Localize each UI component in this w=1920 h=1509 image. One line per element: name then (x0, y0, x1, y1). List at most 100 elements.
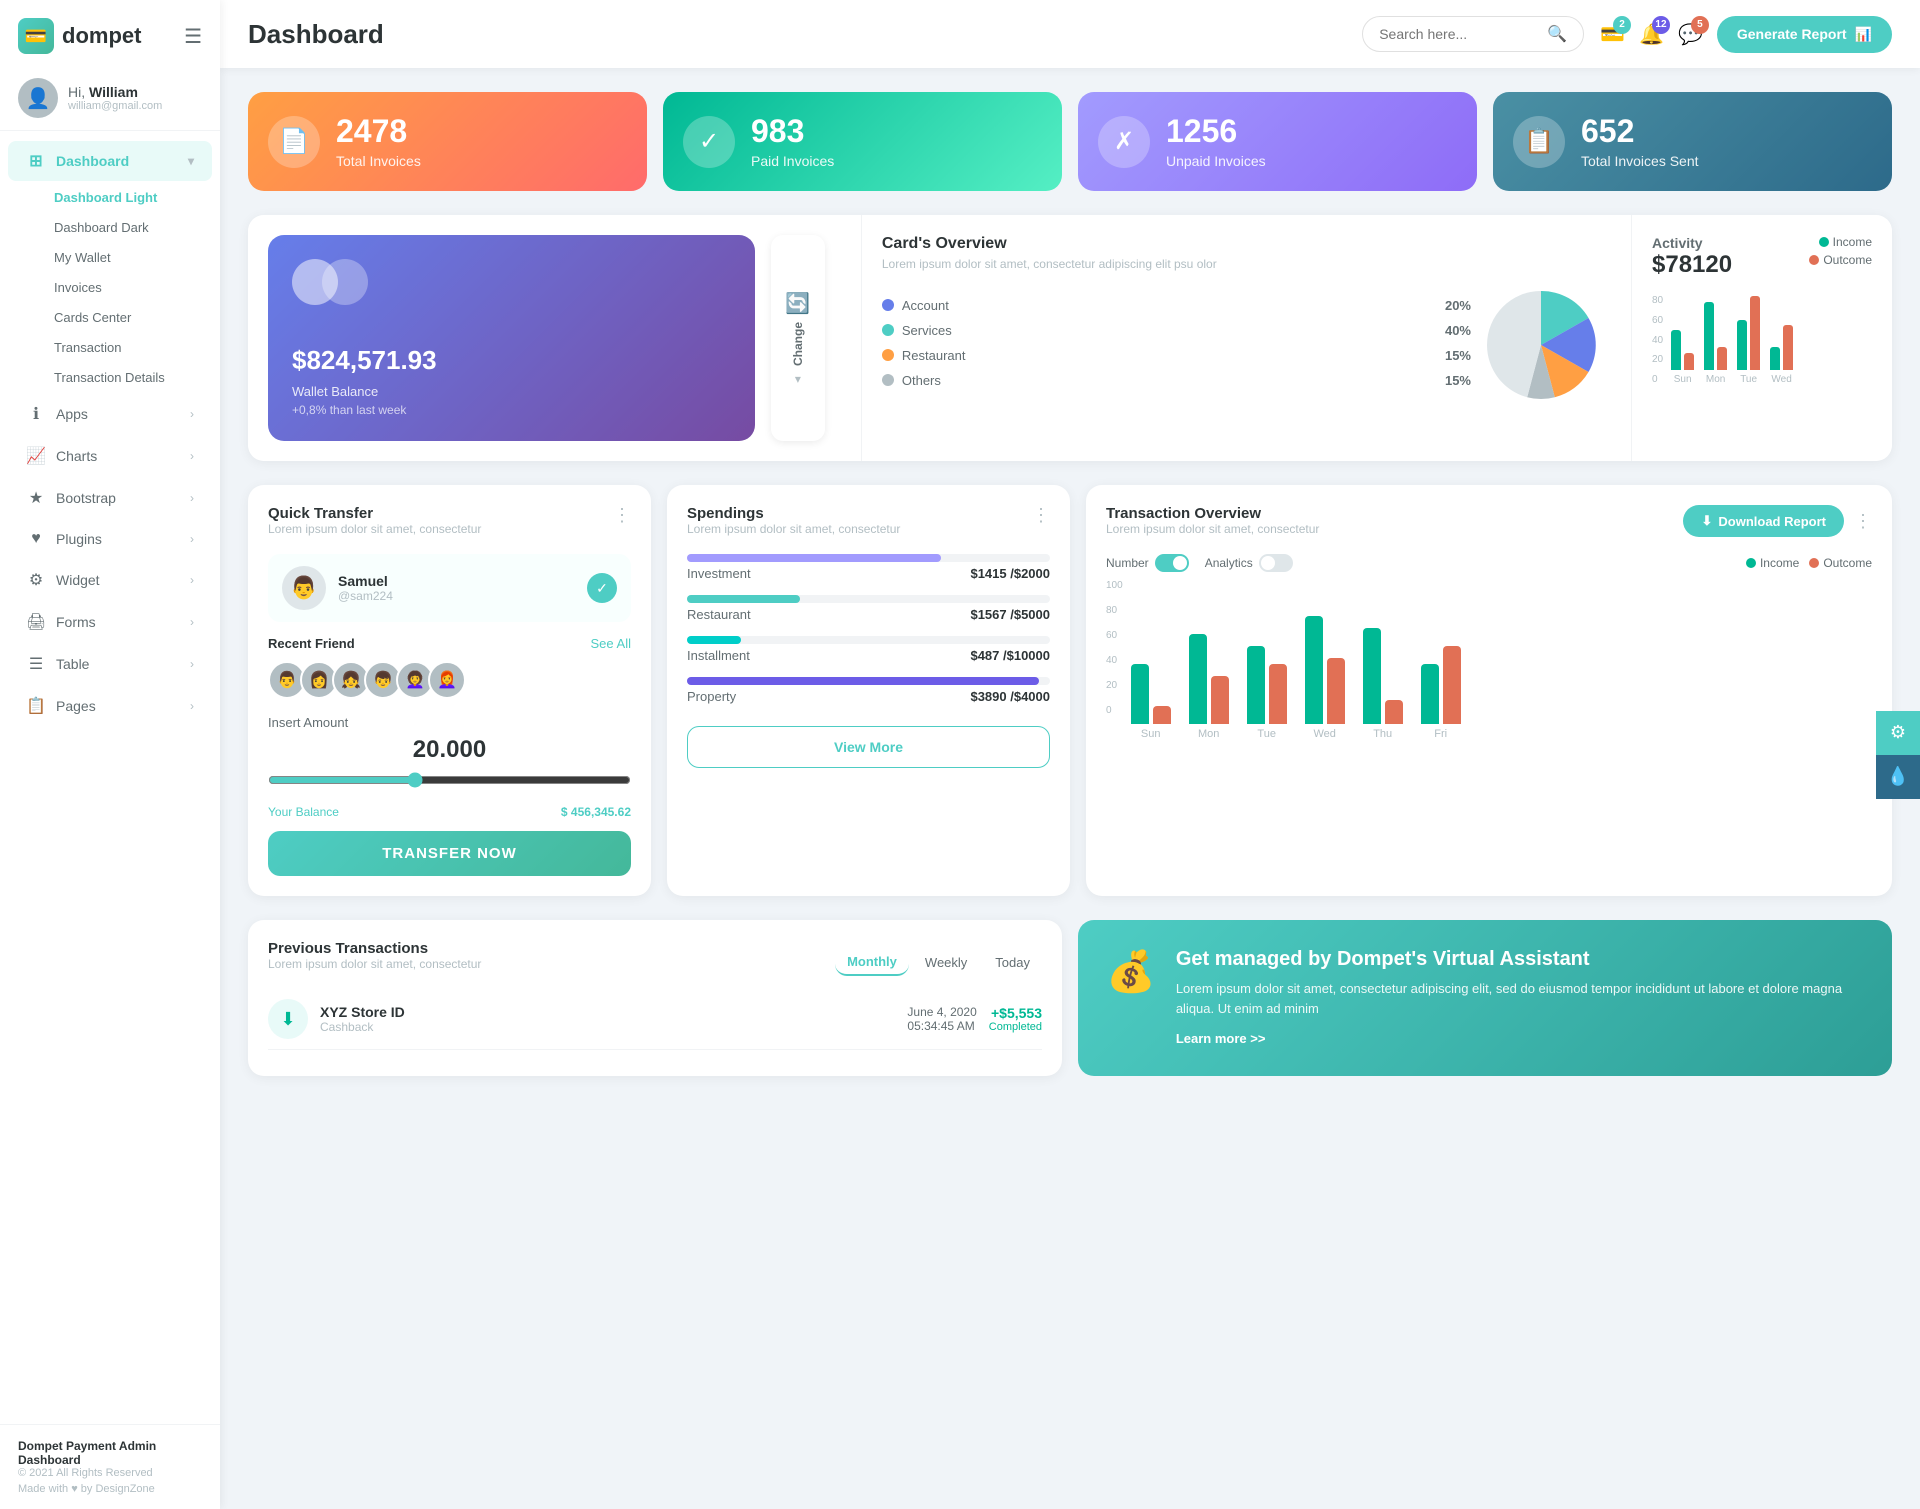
big-bar-label-fri: Fri (1434, 728, 1447, 740)
spending-label-investment: Investment (687, 566, 751, 581)
big-bar-label-tue: Tue (1257, 728, 1276, 740)
big-bar-income-tue (1247, 646, 1265, 724)
stat-info-total-invoices: 2478 Total Invoices (336, 114, 421, 169)
stat-label-paid-invoices: Paid Invoices (751, 153, 834, 169)
va-icon: 💰 (1106, 948, 1156, 995)
spending-bar-bg-restaurant (687, 595, 1050, 603)
bell-notification[interactable]: 🔔 12 (1639, 22, 1664, 47)
see-all-link[interactable]: See All (591, 636, 631, 651)
selected-user-avatar: 👨 (282, 566, 326, 610)
user-fullname: William (89, 84, 138, 100)
search-box[interactable]: 🔍 (1362, 16, 1584, 52)
quick-transfer-subtitle: Lorem ipsum dolor sit amet, consectetur (268, 522, 481, 536)
quick-transfer-menu[interactable]: ⋮ (613, 505, 631, 526)
change-button[interactable]: 🔄 Change ▾ (771, 235, 825, 441)
toggle-number-label: Number (1106, 556, 1149, 570)
big-bar-outcome-sun (1153, 706, 1171, 724)
friends-header: Recent Friend See All (268, 636, 631, 651)
balance-label: Your Balance (268, 805, 339, 819)
download-report-button[interactable]: ⬇ Download Report (1683, 505, 1844, 537)
sidebar-sub-my-wallet[interactable]: My Wallet (8, 243, 212, 272)
chat-notification[interactable]: 💬 5 (1678, 22, 1703, 47)
sidebar-item-bootstrap[interactable]: ★ Bootstrap › (8, 478, 212, 518)
spending-values-investment: $1415 /$2000 (970, 566, 1050, 581)
big-bar-pair-sun (1131, 664, 1171, 724)
spending-bar-bg-installment (687, 636, 1050, 644)
wallet-notification[interactable]: 💳 2 (1600, 22, 1625, 47)
sidebar-sub-invoices[interactable]: Invoices (8, 273, 212, 302)
overview-pie-row: Account 20% Services 40% (882, 285, 1611, 410)
y-label-60: 60 (1652, 315, 1663, 326)
tx-amount: +$5,553 (989, 1005, 1042, 1021)
sidebar-sub-dashboard-light[interactable]: Dashboard Light (8, 183, 212, 212)
bar-label-wed: Wed (1771, 374, 1791, 385)
legend-label-outcome: Outcome (1823, 253, 1872, 267)
bar-outcome-sun (1684, 353, 1694, 370)
activity-card: Activity $78120 Income Outcome (1632, 215, 1892, 461)
sidebar-sub-dashboard-dark[interactable]: Dashboard Dark (8, 213, 212, 242)
legend-income: Income (1819, 235, 1872, 249)
widget-icon: ⚙ (26, 570, 46, 590)
stat-label-unpaid-invoices: Unpaid Invoices (1166, 153, 1266, 169)
sidebar-item-apps[interactable]: ℹ Apps › (8, 394, 212, 434)
chevron-right-icon-charts: › (190, 449, 194, 463)
sidebar-item-table[interactable]: ☰ Table › (8, 644, 212, 684)
friend-avatar-6[interactable]: 👩‍🦰 (428, 661, 466, 699)
big-y-60: 60 (1106, 630, 1123, 641)
hamburger-icon[interactable]: ☰ (184, 24, 202, 49)
avatar: 👤 (18, 78, 58, 118)
view-more-button[interactable]: View More (687, 726, 1050, 768)
transfer-now-button[interactable]: TRANSFER NOW (268, 831, 631, 876)
category-account: Account (902, 298, 949, 313)
sidebar-item-dashboard[interactable]: ⊞ Dashboard ▾ (8, 141, 212, 181)
tx-overview-title-block: Transaction Overview Lorem ipsum dolor s… (1106, 505, 1319, 550)
download-report-label: Download Report (1718, 514, 1826, 529)
tab-monthly[interactable]: Monthly (835, 949, 909, 976)
va-title: Get managed by Dompet's Virtual Assistan… (1176, 948, 1864, 971)
big-bar-label-sun: Sun (1141, 728, 1161, 740)
y-label-80: 80 (1652, 295, 1663, 306)
spending-bar-fill-restaurant (687, 595, 800, 603)
check-icon: ✓ (587, 573, 617, 603)
toggle-number-switch[interactable] (1155, 554, 1189, 572)
sidebar-item-pages[interactable]: 📋 Pages › (8, 686, 212, 726)
stat-value-paid-invoices: 983 (751, 114, 834, 149)
overview-row-others: Others 15% (882, 373, 1471, 388)
bar-group-tue: Tue (1737, 296, 1760, 385)
middle-card: $824,571.93 Wallet Balance +0,8% than la… (248, 215, 1892, 461)
spending-bar-fill-installment (687, 636, 741, 644)
sidebar-item-widget[interactable]: ⚙ Widget › (8, 560, 212, 600)
logo-text: dompet (62, 23, 141, 49)
friends-list: 👨 👩 👧 👦 👩‍🦱 👩‍🦰 (268, 661, 631, 699)
sidebar-label-apps: Apps (56, 406, 88, 422)
sidebar-label-table: Table (56, 656, 89, 672)
bar-label-mon: Mon (1706, 374, 1725, 385)
amount-slider[interactable] (268, 772, 631, 788)
tx-legend-outcome: Outcome (1809, 556, 1872, 570)
spendings-menu[interactable]: ⋮ (1032, 505, 1050, 526)
big-y-100: 100 (1106, 580, 1123, 591)
va-learn-more-link[interactable]: Learn more >> (1176, 1031, 1266, 1046)
sidebar-item-charts[interactable]: 📈 Charts › (8, 436, 212, 476)
sidebar-sub-transaction[interactable]: Transaction (8, 333, 212, 362)
tab-today[interactable]: Today (983, 949, 1042, 976)
search-input[interactable] (1379, 26, 1539, 42)
stat-info-paid-invoices: 983 Paid Invoices (751, 114, 834, 169)
sidebar-sub-transaction-details[interactable]: Transaction Details (8, 363, 212, 392)
toggle-analytics-switch[interactable] (1259, 554, 1293, 572)
tx-menu[interactable]: ⋮ (1854, 511, 1872, 532)
spending-bar-fill-investment (687, 554, 941, 562)
stat-card-sent-invoices: 📋 652 Total Invoices Sent (1493, 92, 1892, 191)
water-panel-button[interactable]: 💧 (1876, 755, 1920, 799)
generate-report-button[interactable]: Generate Report 📊 (1717, 16, 1892, 53)
settings-panel-button[interactable]: ⚙ (1876, 711, 1920, 755)
sidebar-sub-cards-center[interactable]: Cards Center (8, 303, 212, 332)
sidebar-item-plugins[interactable]: ♥ Plugins › (8, 520, 212, 558)
tab-weekly[interactable]: Weekly (913, 949, 979, 976)
download-icon: ⬇ (1701, 513, 1712, 529)
selected-user[interactable]: 👨 Samuel @sam224 ✓ (268, 554, 631, 622)
sidebar-item-forms[interactable]: 🖨 Forms › (8, 602, 212, 642)
circle-right (322, 259, 368, 305)
spending-bar-fill-property (687, 677, 1039, 685)
dot-others (882, 374, 894, 386)
